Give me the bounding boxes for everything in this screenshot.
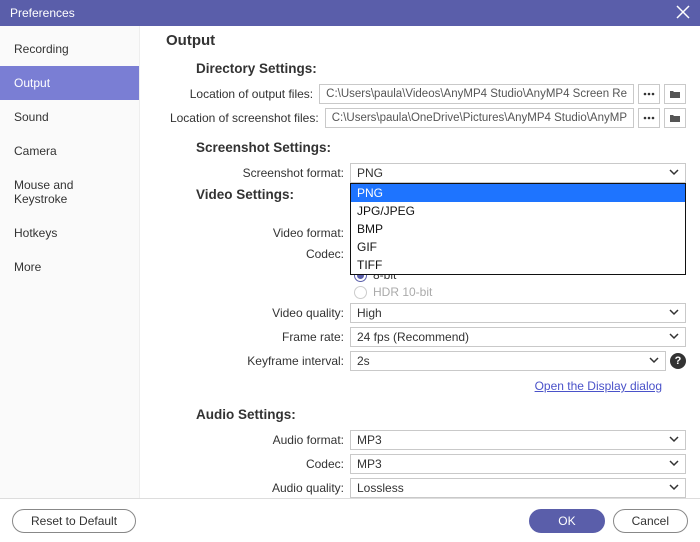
screenshot-format-value: PNG — [357, 166, 383, 180]
video-codec-label: Codec: — [154, 247, 350, 261]
audio-quality-select[interactable]: Lossless — [350, 478, 686, 498]
footer: Reset to Default OK Cancel — [0, 498, 700, 542]
audio-codec-value: MP3 — [357, 457, 382, 471]
sidebar: Recording Output Sound Camera Mouse and … — [0, 26, 140, 498]
sidebar-item-mouse-keystroke[interactable]: Mouse and Keystroke — [0, 168, 139, 216]
chevron-down-icon — [669, 433, 679, 447]
keyframe-interval-select[interactable]: 2s — [350, 351, 666, 371]
window-title: Preferences — [10, 6, 75, 20]
screenshot-format-label: Screenshot format: — [154, 166, 350, 180]
close-icon — [676, 5, 690, 19]
titlebar: Preferences — [0, 0, 700, 26]
chevron-down-icon — [669, 330, 679, 344]
frame-rate-value: 24 fps (Recommend) — [357, 330, 469, 344]
keyframe-interval-label: Keyframe interval: — [154, 354, 350, 368]
main-panel: Output Directory Settings: Location of o… — [140, 26, 700, 498]
chevron-down-icon — [649, 354, 659, 368]
radio-icon — [354, 286, 367, 299]
chevron-down-icon — [669, 306, 679, 320]
frame-rate-select[interactable]: 24 fps (Recommend) — [350, 327, 686, 347]
sidebar-item-output[interactable]: Output — [0, 66, 139, 100]
close-button[interactable] — [676, 5, 690, 22]
radio-hdr10bit[interactable]: HDR 10-bit — [354, 285, 686, 299]
sidebar-item-recording[interactable]: Recording — [0, 32, 139, 66]
chevron-down-icon — [669, 166, 679, 180]
screenshot-path-field[interactable]: C:\Users\paula\OneDrive\Pictures\AnyMP4 … — [325, 108, 634, 128]
dropdown-option[interactable]: GIF — [351, 238, 685, 256]
keyframe-interval-value: 2s — [357, 354, 370, 368]
dropdown-option[interactable]: BMP — [351, 220, 685, 238]
output-path-folder-button[interactable] — [664, 84, 686, 104]
folder-icon — [669, 112, 681, 124]
open-display-dialog-link[interactable]: Open the Display dialog — [535, 379, 662, 393]
folder-icon — [669, 88, 681, 100]
audio-format-value: MP3 — [357, 433, 382, 447]
sidebar-item-sound[interactable]: Sound — [0, 100, 139, 134]
keyframe-help-button[interactable]: ? — [670, 353, 686, 369]
output-path-more-button[interactable] — [638, 84, 660, 104]
audio-codec-label: Codec: — [154, 457, 350, 471]
section-screenshot: Screenshot Settings: — [196, 140, 686, 155]
screenshot-path-label: Location of screenshot files: — [154, 111, 325, 125]
chevron-down-icon — [669, 457, 679, 471]
ellipsis-icon — [643, 88, 655, 100]
reset-to-default-button[interactable]: Reset to Default — [12, 509, 136, 533]
screenshot-path-folder-button[interactable] — [664, 108, 686, 128]
output-path-label: Location of output files: — [154, 87, 319, 101]
video-quality-value: High — [357, 306, 382, 320]
sidebar-item-more[interactable]: More — [0, 250, 139, 284]
dropdown-option[interactable]: JPG/JPEG — [351, 202, 685, 220]
frame-rate-label: Frame rate: — [154, 330, 350, 344]
screenshot-path-more-button[interactable] — [638, 108, 660, 128]
video-quality-label: Video quality: — [154, 306, 350, 320]
chevron-down-icon — [669, 481, 679, 495]
cancel-button[interactable]: Cancel — [613, 509, 688, 533]
page-title: Output — [166, 32, 686, 49]
audio-quality-label: Audio quality: — [154, 481, 350, 495]
audio-codec-select[interactable]: MP3 — [350, 454, 686, 474]
dropdown-option[interactable]: TIFF — [351, 256, 685, 274]
video-quality-select[interactable]: High — [350, 303, 686, 323]
radio-hdr-label: HDR 10-bit — [373, 285, 432, 299]
output-path-field[interactable]: C:\Users\paula\Videos\AnyMP4 Studio\AnyM… — [319, 84, 634, 104]
sidebar-item-hotkeys[interactable]: Hotkeys — [0, 216, 139, 250]
audio-format-label: Audio format: — [154, 433, 350, 447]
audio-quality-value: Lossless — [357, 481, 404, 495]
section-audio: Audio Settings: — [196, 407, 686, 422]
screenshot-format-dropdown: PNG JPG/JPEG BMP GIF TIFF — [350, 183, 686, 275]
ok-button[interactable]: OK — [529, 509, 604, 533]
screenshot-format-select[interactable]: PNG — [350, 163, 686, 183]
ellipsis-icon — [643, 112, 655, 124]
section-directory: Directory Settings: — [196, 61, 686, 76]
sidebar-item-camera[interactable]: Camera — [0, 134, 139, 168]
video-format-label: Video format: — [154, 226, 350, 240]
dropdown-option[interactable]: PNG — [351, 184, 685, 202]
audio-format-select[interactable]: MP3 — [350, 430, 686, 450]
